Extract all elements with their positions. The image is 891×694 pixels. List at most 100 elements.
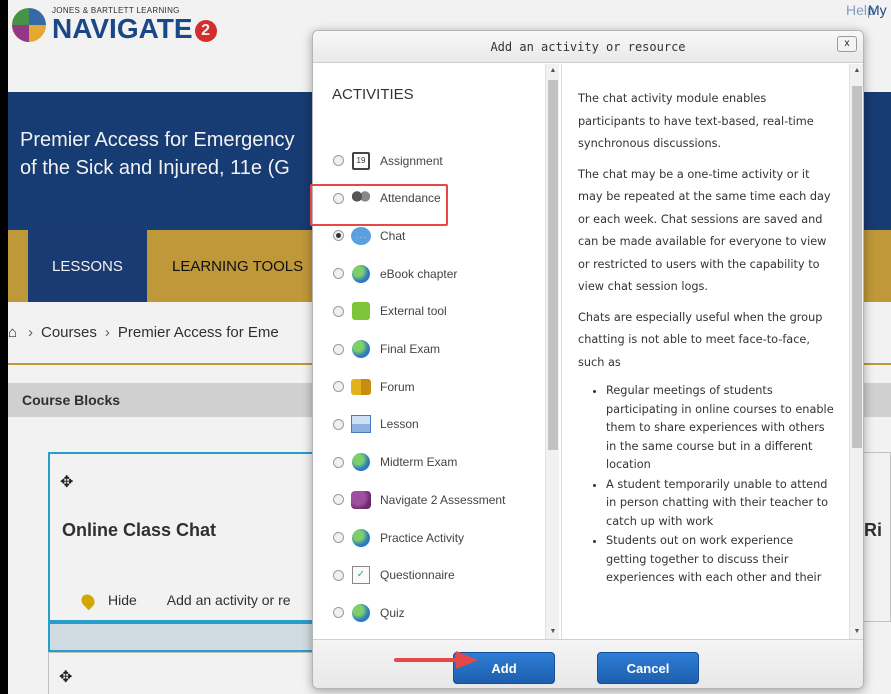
block-title: Online Class Chat: [62, 520, 217, 540]
activity-label: Practice Activity: [380, 530, 465, 545]
cancel-button[interactable]: Cancel: [597, 652, 699, 684]
activity-radio[interactable]: [333, 494, 344, 506]
globe-icon: [350, 527, 372, 549]
globe-icon: [350, 263, 372, 285]
scroll-up-icon[interactable]: ▲: [546, 64, 560, 78]
activity-radio[interactable]: [333, 532, 344, 543]
activity-label: Questionnaire: [380, 568, 455, 583]
activity-list: ACTIVITIES 19 Assignment Attendance Chat eBo…: [313, 64, 558, 639]
activity-item[interactable]: SCORM package: [313, 632, 545, 639]
breadcrumb-current[interactable]: Premier Access for Eme: [118, 324, 279, 341]
activity-label: Attendance: [380, 191, 441, 206]
activity-radio[interactable]: [333, 268, 344, 280]
activity-radio[interactable]: [333, 569, 344, 581]
people-icon-glyph: [351, 190, 371, 207]
activity-radio[interactable]: [333, 418, 344, 430]
description-paragraph: Chats are especially useful when the gro…: [578, 310, 823, 369]
dialog-title: Add an activity or resource: [490, 40, 686, 54]
activity-item[interactable]: Chat: [313, 217, 545, 255]
compass-logo-icon: [12, 7, 46, 42]
scroll-up-icon[interactable]: ▲: [850, 64, 863, 78]
activity-label: eBook chapter: [380, 266, 458, 281]
product-name: NAVIGATE 2: [52, 15, 217, 43]
assessment-icon: [350, 489, 372, 511]
activity-list-scrollbar[interactable]: ▲ ▼: [545, 64, 559, 639]
activity-item[interactable]: Attendance: [313, 180, 545, 217]
pin-icon: [78, 592, 98, 611]
lesson-icon: [350, 413, 372, 435]
home-icon[interactable]: ⌂: [8, 324, 20, 341]
activity-radio[interactable]: [333, 305, 344, 317]
activity-radio[interactable]: [333, 230, 344, 242]
scroll-down-icon[interactable]: ▼: [850, 625, 863, 639]
activity-item[interactable]: ✓ Questionnaire: [313, 557, 545, 594]
activity-item[interactable]: Navigate 2 Assessment: [313, 481, 545, 518]
chevron-right-icon: ›: [104, 324, 110, 341]
activity-label: Navigate 2 Assessment: [380, 492, 506, 507]
globe-icon: [350, 451, 372, 473]
block-title-right: Ri: [864, 520, 882, 540]
dialog-header: Add an activity or resource x: [313, 31, 863, 63]
activity-item[interactable]: Practice Activity: [313, 519, 545, 556]
questionnaire-icon: ✓: [350, 564, 372, 586]
globe-icon-glyph: [352, 528, 370, 547]
activity-radio[interactable]: [333, 192, 344, 204]
activity-label: Midterm Exam: [380, 455, 458, 470]
calendar-icon-glyph: 19: [352, 151, 370, 170]
activity-radio[interactable]: [333, 607, 344, 619]
activity-radio[interactable]: [333, 343, 344, 355]
block-actions: Hide Add an activity or re: [78, 592, 291, 611]
activity-label: External tool: [380, 304, 447, 319]
drop-zone[interactable]: [48, 622, 348, 652]
tab-learning-tools[interactable]: LEARNING TOOLS: [148, 230, 327, 302]
activity-item[interactable]: 19 Assignment: [313, 142, 545, 179]
tab-lessons[interactable]: LESSONS: [28, 230, 147, 302]
activity-radio[interactable]: [333, 456, 344, 468]
arrow-right-icon: [394, 651, 478, 669]
add-activity-link[interactable]: Add an activity or re: [167, 592, 291, 608]
forum-icon-glyph: [351, 378, 371, 395]
globe-icon-glyph: [352, 340, 370, 358]
description-bullet: Regular meetings of students participati…: [606, 382, 835, 475]
navigate-logo[interactable]: JONES & BARTLETT LEARNING NAVIGATE 2: [12, 6, 217, 43]
close-button[interactable]: x: [837, 36, 857, 52]
calendar-icon: 19: [350, 150, 372, 172]
activity-radio[interactable]: [333, 381, 344, 393]
hide-link[interactable]: Hide: [108, 592, 137, 608]
activity-item[interactable]: External tool: [313, 293, 545, 330]
breadcrumb-courses[interactable]: Courses: [41, 324, 97, 341]
activity-label: Lesson: [380, 417, 419, 432]
course-block: ✥ Online Class Chat Hide Add an activity …: [48, 452, 348, 622]
activity-description: The chat activity module enables partici…: [561, 64, 851, 639]
scrollbar-thumb[interactable]: [852, 86, 862, 448]
assessment-icon-glyph: [351, 490, 371, 509]
globe-icon: [350, 602, 372, 624]
globe-icon-glyph: [352, 603, 370, 622]
scrollbar-thumb[interactable]: [548, 80, 558, 450]
questionnaire-icon-glyph: ✓: [352, 566, 370, 585]
activity-item[interactable]: Forum: [313, 368, 545, 405]
activity-item[interactable]: Final Exam: [313, 331, 545, 368]
add-activity-dialog: Add an activity or resource x ACTIVITIES…: [312, 30, 864, 689]
activity-radio[interactable]: [333, 155, 344, 166]
version-badge: 2: [194, 19, 217, 42]
activity-label: Forum: [380, 379, 415, 394]
chat-icon: [350, 225, 372, 247]
course-blocks-heading: Course Blocks: [22, 392, 121, 408]
activity-label: Chat: [380, 228, 406, 243]
scroll-down-icon[interactable]: ▼: [546, 625, 560, 639]
move-icon[interactable]: ✥: [59, 667, 72, 687]
activity-item[interactable]: Midterm Exam: [313, 444, 545, 481]
activity-item[interactable]: eBook chapter: [313, 255, 545, 292]
move-icon[interactable]: ✥: [60, 472, 73, 492]
my-link[interactable]: My: [868, 2, 887, 18]
description-scrollbar[interactable]: ▲ ▼: [849, 64, 863, 639]
globe-icon-glyph: [352, 264, 370, 283]
description-bullet: A student temporarily unable to attend i…: [606, 476, 835, 532]
activity-item[interactable]: Quiz: [313, 594, 545, 631]
chevron-right-icon: ›: [28, 324, 33, 341]
activity-item[interactable]: Lesson: [313, 406, 545, 443]
activities-heading: ACTIVITIES: [332, 86, 414, 103]
description-paragraph: The chat activity module enables partici…: [578, 92, 814, 150]
course-block-2: ✥: [48, 652, 348, 694]
